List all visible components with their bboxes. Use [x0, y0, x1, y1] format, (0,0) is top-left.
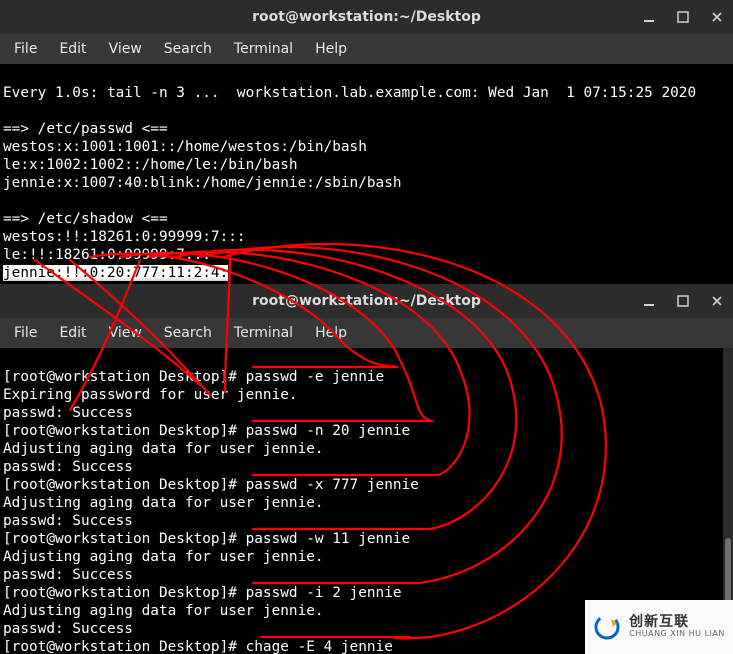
term-line: Expiring password for user jennie. — [3, 387, 298, 403]
titlebar[interactable]: root@workstation:~/Desktop — [0, 284, 733, 318]
menu-file[interactable]: File — [4, 321, 47, 345]
watermark-logo-icon — [593, 613, 621, 641]
window-title: root@workstation:~/Desktop — [0, 9, 733, 25]
term-line-highlighted: jennie:!!:0:20:777:11:2:4: — [3, 265, 228, 281]
term-line: [root@workstation Desktop]# passwd -i 2 … — [3, 585, 402, 601]
menu-help[interactable]: Help — [305, 37, 357, 61]
minimize-button[interactable] — [637, 5, 661, 29]
term-line: le:x:1002:1002::/home/le:/bin/bash — [3, 157, 298, 173]
term-line: jennie:x:1007:40:blink:/home/jennie:/sbi… — [3, 175, 402, 191]
menu-file[interactable]: File — [4, 37, 47, 61]
term-line: passwd: Success — [3, 621, 133, 637]
watermark: 创新互联 CHUANG XIN HU LIAN — [585, 600, 733, 654]
term-line: [root@workstation Desktop]# chage -E 4 j… — [3, 639, 393, 654]
menu-search[interactable]: Search — [154, 321, 222, 345]
term-line: ==> /etc/shadow <== — [3, 211, 168, 227]
term-line: [root@workstation Desktop]# passwd -x 77… — [3, 477, 419, 493]
term-line: ==> /etc/passwd <== — [3, 121, 168, 137]
window-controls — [637, 0, 729, 34]
terminal-window-1: root@workstation:~/Desktop File Edit Vie… — [0, 0, 733, 284]
term-line: passwd: Success — [3, 459, 133, 475]
window-title: root@workstation:~/Desktop — [0, 293, 733, 309]
titlebar[interactable]: root@workstation:~/Desktop — [0, 0, 733, 34]
watermark-text-cn: 创新互联 — [629, 615, 725, 630]
term-line: Adjusting aging data for user jennie. — [3, 441, 324, 457]
maximize-button[interactable] — [671, 5, 695, 29]
menu-view[interactable]: View — [99, 321, 152, 345]
close-button[interactable] — [705, 5, 729, 29]
menu-view[interactable]: View — [99, 37, 152, 61]
term-line: Every 1.0s: tail -n 3 ... workstation.la… — [3, 85, 696, 101]
term-line: passwd: Success — [3, 567, 133, 583]
terminal-window-2: root@workstation:~/Desktop File Edit Vie… — [0, 284, 733, 654]
window-controls — [637, 284, 729, 318]
term-line: Adjusting aging data for user jennie. — [3, 549, 324, 565]
menu-terminal[interactable]: Terminal — [224, 321, 303, 345]
term-line: [root@workstation Desktop]# passwd -e je… — [3, 369, 384, 385]
menubar: File Edit View Search Terminal Help — [0, 34, 733, 64]
term-line: passwd: Success — [3, 405, 133, 421]
menubar: File Edit View Search Terminal Help — [0, 318, 733, 348]
term-line: Adjusting aging data for user jennie. — [3, 603, 324, 619]
close-button[interactable] — [705, 289, 729, 313]
term-line: [root@workstation Desktop]# passwd -n 20… — [3, 423, 410, 439]
term-line: [root@workstation Desktop]# passwd -w 11… — [3, 531, 410, 547]
maximize-button[interactable] — [671, 289, 695, 313]
term-line: westos:x:1001:1001::/home/westos:/bin/ba… — [3, 139, 367, 155]
minimize-button[interactable] — [637, 289, 661, 313]
menu-search[interactable]: Search — [154, 37, 222, 61]
terminal-output[interactable]: Every 1.0s: tail -n 3 ... workstation.la… — [0, 64, 733, 292]
menu-help[interactable]: Help — [305, 321, 357, 345]
menu-terminal[interactable]: Terminal — [224, 37, 303, 61]
term-line: le:!!:18261:0:99999:7::: — [3, 247, 211, 263]
menu-edit[interactable]: Edit — [49, 37, 96, 61]
term-line: Adjusting aging data for user jennie. — [3, 495, 324, 511]
watermark-text-py: CHUANG XIN HU LIAN — [629, 630, 725, 639]
menu-edit[interactable]: Edit — [49, 321, 96, 345]
term-line: passwd: Success — [3, 513, 133, 529]
term-line: westos:!!:18261:0:99999:7::: — [3, 229, 246, 245]
